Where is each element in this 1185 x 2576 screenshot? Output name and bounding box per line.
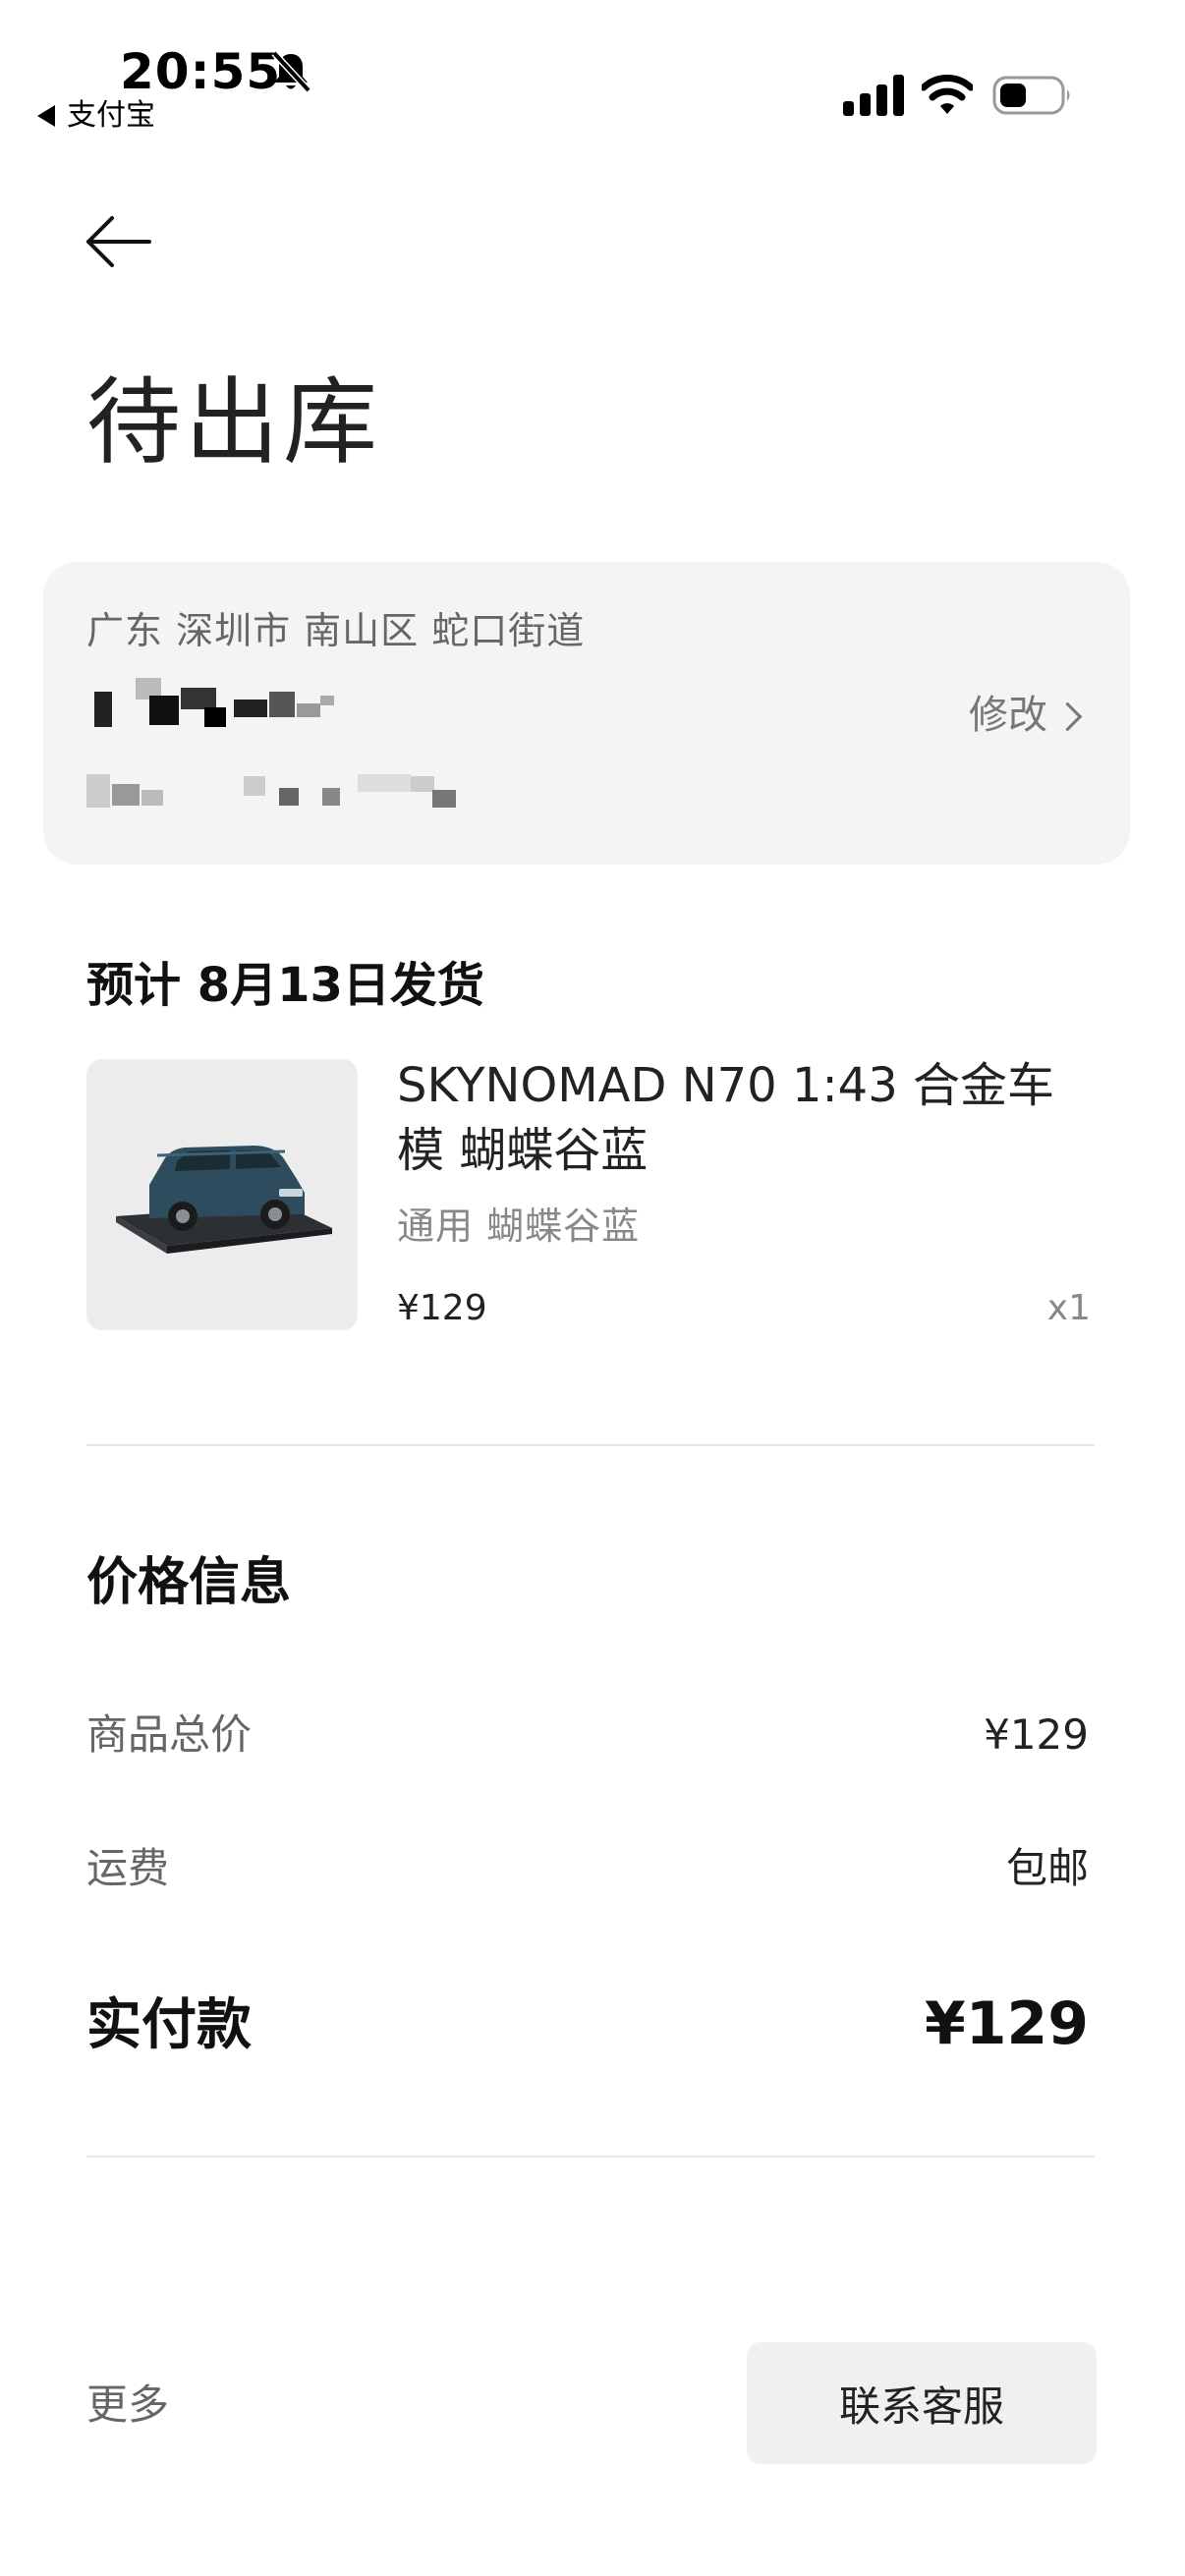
shipping-fee-value: 包邮 — [1005, 1844, 1089, 1892]
section-divider — [86, 2156, 1095, 2157]
product-name[interactable]: SKYNOMAD N70 1:43 合金车模 蝴蝶谷蓝 — [397, 1053, 1085, 1183]
arrow-left-icon[interactable] — [83, 214, 153, 269]
product-thumbnail[interactable] — [86, 1059, 358, 1330]
product-quantity: x1 — [1046, 1288, 1091, 1328]
status-time: 20:55 — [120, 43, 282, 100]
product-spec: 通用 蝴蝶谷蓝 — [397, 1204, 641, 1248]
total-paid-label: 实付款 — [86, 1993, 252, 2057]
back-to-app-link[interactable]: 支付宝 — [37, 96, 155, 136]
bell-muted-icon — [271, 50, 311, 93]
recipient-name-redacted — [86, 678, 352, 741]
address-region: 广东 深圳市 南山区 蛇口街道 — [86, 609, 586, 652]
battery-icon — [992, 76, 1070, 115]
recipient-phone-redacted — [86, 766, 499, 825]
wifi-icon — [922, 75, 973, 114]
chevron-right-icon — [1052, 701, 1083, 731]
edit-address-link[interactable]: 修改 — [969, 688, 1083, 743]
shipping-estimate: 预计 8月13日发货 — [86, 958, 484, 1013]
edit-address-label: 修改 — [969, 693, 1047, 738]
subtotal-value: ¥129 — [984, 1710, 1089, 1759]
shipping-fee-label: 运费 — [86, 1844, 170, 1892]
back-app-label: 支付宝 — [67, 98, 155, 133]
contact-support-button[interactable]: 联系客服 — [747, 2342, 1097, 2464]
page-title: 待出库 — [86, 367, 381, 477]
section-divider — [86, 1444, 1095, 1446]
product-price: ¥129 — [397, 1288, 487, 1328]
triangle-left-icon — [37, 105, 55, 127]
car-model-image — [116, 1146, 332, 1254]
cellular-signal-icon — [843, 75, 904, 116]
subtotal-label: 商品总价 — [86, 1710, 253, 1759]
more-button[interactable]: 更多 — [86, 2376, 169, 2435]
total-paid-value: ¥129 — [925, 1989, 1089, 2058]
price-info-title: 价格信息 — [86, 1553, 292, 1612]
